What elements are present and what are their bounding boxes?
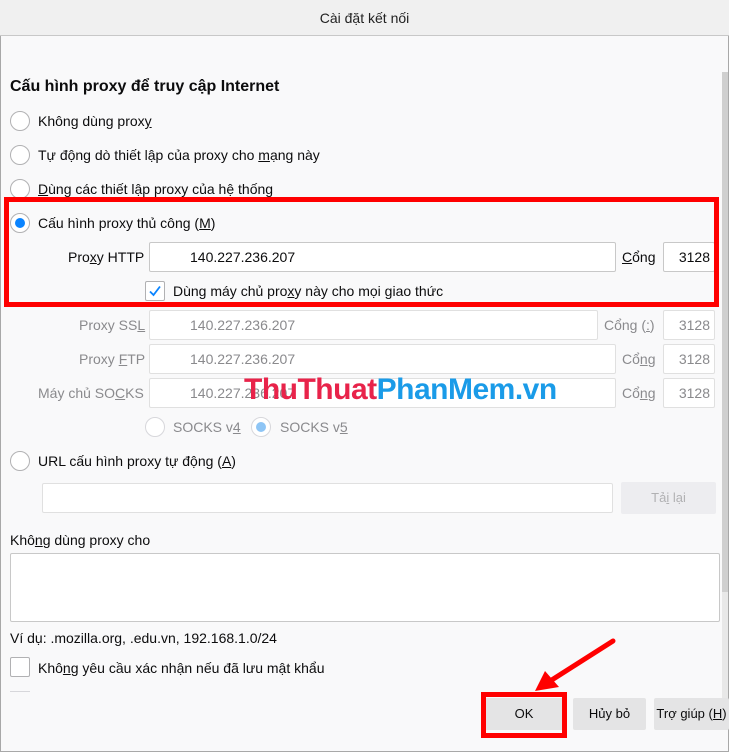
ftp-proxy-input[interactable]: 140.227.236.207 — [149, 344, 616, 374]
ssl-port-input[interactable]: 3128 — [663, 310, 715, 340]
no-prompt-auth-checkbox[interactable] — [10, 657, 30, 677]
watermark: ThuThuatPhanMem.vn — [244, 373, 557, 406]
help-button[interactable]: Trợ giúp (H) — [654, 698, 729, 730]
ftp-proxy-label: Proxy FTP — [79, 351, 146, 367]
cancel-button[interactable]: Hủy bỏ — [573, 698, 646, 730]
section-title: Cấu hình proxy để truy cập Internet — [10, 78, 280, 95]
radio-button[interactable] — [10, 145, 30, 165]
highlight-box-ok — [481, 692, 567, 738]
dialog-title: Cài đặt kết nối — [319, 10, 410, 26]
reload-button[interactable]: Tải lại — [621, 482, 716, 514]
no-prompt-auth-label: Không yêu cầu xác nhận nếu đã lưu mật kh… — [38, 660, 325, 676]
radio-no-proxy[interactable]: Không dùng proxy — [10, 111, 152, 131]
radio-system-proxy[interactable]: Dùng các thiết lập proxy của hệ thống — [10, 179, 273, 199]
radio-no-proxy-label: Không dùng proxy — [38, 113, 152, 129]
socks-v4-radio[interactable] — [145, 417, 165, 437]
no-proxy-example: Ví dụ: .mozilla.org, .edu.vn, 192.168.1.… — [10, 630, 277, 646]
ssl-proxy-input[interactable]: 140.227.236.207 — [149, 310, 598, 340]
radio-system-proxy-label: Dùng các thiết lập proxy của hệ thống — [38, 181, 274, 197]
annotation-arrow-icon — [535, 638, 616, 691]
socks-host-label: Máy chủ SOCKS — [38, 385, 144, 401]
radio-button[interactable] — [10, 179, 30, 199]
dialog-titlebar: Cài đặt kết nối — [0, 0, 729, 36]
socks-v5-radio[interactable] — [251, 417, 271, 437]
ftp-port-input[interactable]: 3128 — [663, 344, 715, 374]
socks-v4-label: SOCKS v4 — [173, 419, 241, 435]
socks-port-label: Cổng — [622, 385, 656, 401]
radio-button[interactable] — [10, 111, 30, 131]
ftp-port-label: Cổng — [622, 351, 656, 367]
highlight-box-manual-proxy — [4, 197, 719, 307]
socks-v5-label: SOCKS v5 — [280, 419, 348, 435]
ssl-port-label: Cổng (:) — [604, 317, 655, 333]
socks-port-input[interactable]: 3128 — [663, 378, 715, 408]
ssl-proxy-label: Proxy SSL — [79, 317, 146, 333]
no-proxy-label: Không dùng proxy cho — [10, 532, 151, 548]
no-proxy-textarea[interactable] — [10, 553, 720, 622]
radio-auto-url[interactable] — [10, 451, 30, 471]
radio-auto-detect[interactable]: Tự động dò thiết lập của proxy cho mạng … — [10, 145, 320, 165]
radio-auto-detect-label: Tự động dò thiết lập của proxy cho mạng … — [38, 147, 320, 163]
scrollbar-thumb[interactable] — [722, 72, 728, 592]
partial-checkbox-edge — [10, 691, 30, 692]
radio-auto-url-label: URL cấu hình proxy tự động (A) — [38, 453, 236, 469]
auto-url-input[interactable] — [42, 483, 613, 513]
